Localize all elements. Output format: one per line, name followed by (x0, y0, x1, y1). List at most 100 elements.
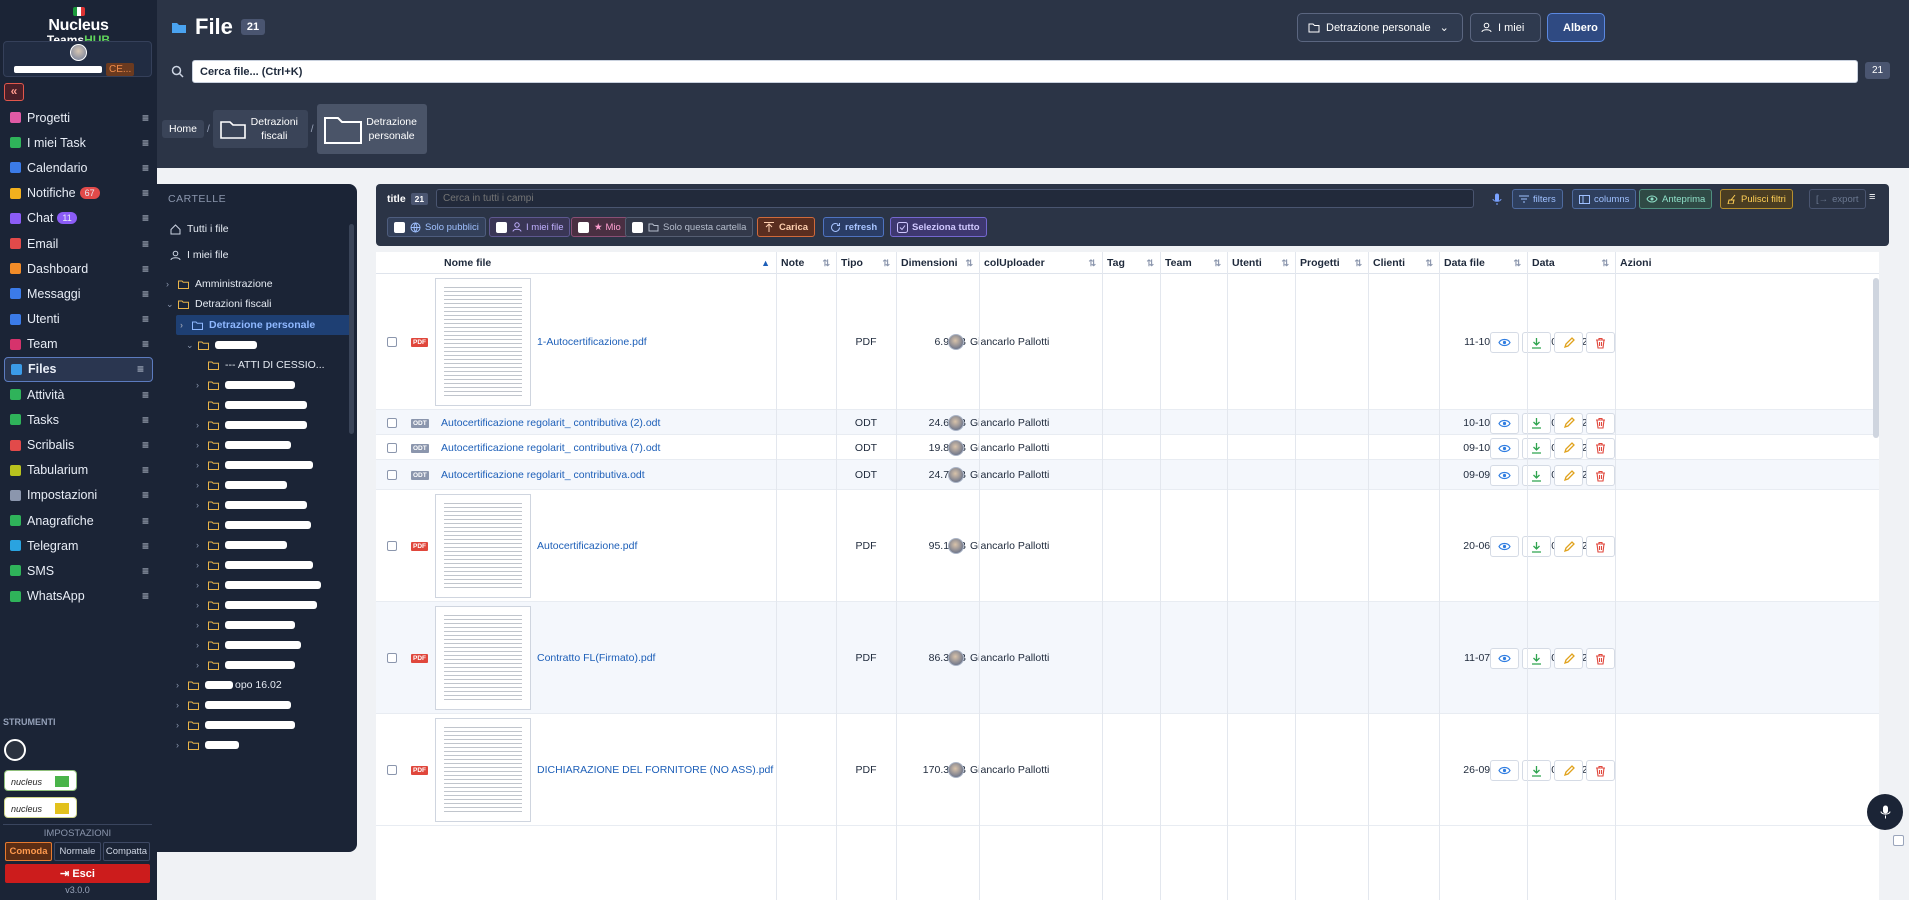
drag-handle-icon[interactable]: ≡ (142, 413, 149, 427)
tree-item-redacted[interactable]: › (196, 615, 295, 635)
preview-button[interactable] (1490, 760, 1519, 781)
delete-button[interactable] (1586, 332, 1615, 353)
chevron-icon[interactable]: › (196, 420, 208, 430)
preview-button[interactable] (1490, 465, 1519, 486)
drag-handle-icon[interactable]: ≡ (142, 237, 149, 251)
more-menu-icon[interactable]: ≡ (1869, 191, 1875, 203)
mode-compatta-button[interactable]: Compatta (103, 842, 150, 861)
breadcrumb-home[interactable]: Home (162, 120, 205, 138)
drag-handle-icon[interactable]: ≡ (142, 211, 149, 225)
chevron-icon[interactable]: › (196, 600, 208, 610)
sidebar-item-tasks[interactable]: Tasks ≡ (0, 407, 157, 432)
tool-logo-round[interactable] (4, 739, 26, 761)
edit-button[interactable] (1554, 760, 1583, 781)
mine-toggle[interactable]: ★ Mio (571, 217, 628, 237)
drag-handle-icon[interactable]: ≡ (137, 362, 144, 376)
sort-icon[interactable]: ⇅ (1601, 252, 1609, 274)
sidebar-item-calendario[interactable]: Calendario ≡ (0, 155, 157, 180)
chevron-icon[interactable]: › (196, 560, 208, 570)
tree-item-my-files[interactable]: I miei file (170, 245, 228, 265)
edit-button[interactable] (1554, 412, 1583, 434)
sidebar-item-dashboard[interactable]: Dashboard ≡ (0, 256, 157, 281)
page-scroll-box[interactable] (1893, 835, 1904, 846)
drag-handle-icon[interactable]: ≡ (142, 161, 149, 175)
chevron-icon[interactable]: › (196, 380, 208, 390)
columns-button[interactable]: columns (1572, 189, 1637, 209)
refresh-button[interactable]: refresh (823, 217, 885, 237)
file-name-link[interactable]: Autocertificazione regolarit_ contributi… (441, 442, 660, 454)
drag-handle-icon[interactable]: ≡ (142, 438, 149, 452)
sidebar-item-email[interactable]: Email ≡ (0, 231, 157, 256)
tool-nucleus-1[interactable]: nucleus (4, 770, 77, 791)
folder-select[interactable]: Detrazione personale ⌄ (1297, 13, 1463, 42)
drag-handle-icon[interactable]: ≡ (142, 287, 149, 301)
delete-button[interactable] (1586, 412, 1615, 434)
row-checkbox[interactable] (387, 765, 397, 775)
table-search-input[interactable] (436, 189, 1474, 208)
sidebar-item-messaggi[interactable]: Messaggi ≡ (0, 281, 157, 306)
logout-button[interactable]: ⇥ Esci (5, 864, 150, 883)
sidebar-item-attivita[interactable]: Attività ≡ (0, 382, 157, 407)
tree-item-detrazioni-fiscali[interactable]: ⌄ Detrazioni fiscali (166, 294, 271, 314)
file-name-link[interactable]: DICHIARAZIONE DEL FORNITORE (NO ASS).pdf (537, 764, 773, 776)
sort-icon[interactable]: ⇅ (1146, 252, 1154, 274)
column-header-nome-file[interactable]: Nome file ▲ (444, 252, 776, 274)
chevron-icon[interactable]: › (196, 540, 208, 550)
drag-handle-icon[interactable]: ≡ (142, 463, 149, 477)
sidebar-item-sms[interactable]: SMS ≡ (0, 558, 157, 583)
table-row[interactable]: PDFContratto FL(Firmato).pdfPDF86.3 KBGi… (376, 602, 1879, 714)
sidebar-item-files[interactable]: Files ≡ (4, 356, 153, 383)
column-header-utenti[interactable]: Utenti ⇅ (1232, 252, 1295, 274)
edit-button[interactable] (1554, 437, 1583, 459)
global-search-input[interactable] (192, 60, 1858, 83)
chevron-icon[interactable]: ⌄ (166, 299, 178, 310)
tree-item-opo-16-02[interactable]: › opo 16.02 (176, 675, 282, 695)
column-header-tag[interactable]: Tag ⇅ (1107, 252, 1160, 274)
chevron-icon[interactable]: › (196, 440, 208, 450)
file-name-link[interactable]: Autocertificazione regolarit_ contributi… (441, 417, 660, 429)
row-checkbox[interactable] (387, 442, 397, 453)
row-checkbox[interactable] (387, 470, 397, 480)
sidebar-item-progetti[interactable]: Progetti ≡ (0, 105, 157, 130)
file-name-link[interactable]: Contratto FL(Firmato).pdf (537, 652, 655, 664)
table-row[interactable]: ODT Autocertificazione regolarit_ contrib… (376, 410, 1879, 435)
chevron-icon[interactable]: › (176, 680, 188, 690)
row-checkbox[interactable] (387, 653, 397, 663)
tree-item-redacted[interactable]: › (196, 475, 287, 495)
column-header-tipo[interactable]: Tipo ⇅ (841, 252, 896, 274)
sort-icon[interactable]: ⇅ (1088, 252, 1096, 274)
drag-handle-icon[interactable]: ≡ (142, 111, 149, 125)
avatar[interactable] (70, 44, 87, 61)
user-box[interactable]: CE... (3, 41, 152, 77)
breadcrumb-detrazioni-fiscali[interactable]: Detrazioni fiscali (212, 110, 308, 148)
tree-item-redacted[interactable]: › (196, 535, 287, 555)
column-header-data[interactable]: Data ⇅ (1532, 252, 1615, 274)
table-scrollbar[interactable] (1873, 278, 1879, 438)
voice-input-button[interactable] (1867, 794, 1903, 830)
edit-button[interactable] (1554, 536, 1583, 557)
file-preview-thumbnail[interactable] (435, 494, 531, 598)
chevron-icon[interactable]: › (166, 279, 178, 289)
drag-handle-icon[interactable]: ≡ (142, 488, 149, 502)
sidebar-item-impostazioni[interactable]: Impostazioni ≡ (0, 483, 157, 508)
microphone-icon[interactable] (1492, 193, 1502, 206)
sidebar-item-scribalis[interactable]: Scribalis ≡ (0, 432, 157, 457)
preview-button[interactable] (1490, 437, 1519, 459)
preview-button[interactable] (1490, 412, 1519, 434)
tree-item-redacted[interactable]: › (176, 715, 295, 735)
preview-button[interactable]: Anteprima (1639, 189, 1713, 209)
breadcrumb-detrazione-personale[interactable]: Detrazione personale (316, 104, 427, 154)
tree-item-redacted[interactable]: › (196, 595, 317, 615)
sidebar-item-chat[interactable]: Chat 11 ≡ (0, 206, 157, 231)
sort-icon[interactable]: ⇅ (1513, 252, 1521, 274)
my-files-button[interactable]: I miei (1470, 13, 1541, 42)
tree-item-atti-di-cessio[interactable]: --- ATTI DI CESSIO... (196, 355, 325, 375)
tree-item-redacted[interactable]: › (176, 695, 291, 715)
collapse-sidebar-button[interactable]: « (4, 83, 24, 101)
drag-handle-icon[interactable]: ≡ (142, 564, 149, 578)
chevron-icon[interactable]: › (196, 580, 208, 590)
my-files-toggle[interactable]: I miei file (489, 217, 571, 237)
delete-button[interactable] (1586, 465, 1615, 486)
mode-normale-button[interactable]: Normale (54, 842, 101, 861)
tree-item-redacted[interactable]: › (176, 735, 239, 755)
